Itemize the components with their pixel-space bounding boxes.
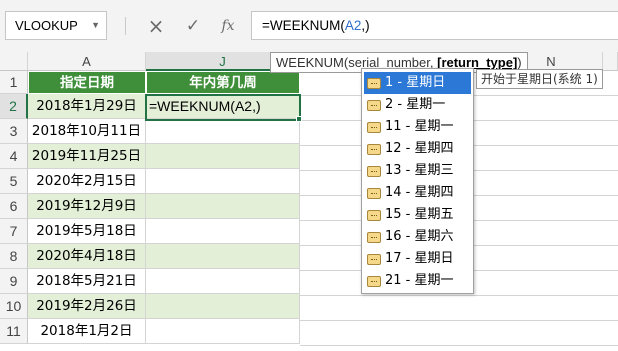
constant-value-icon (367, 100, 381, 111)
constant-value-icon (367, 276, 381, 287)
week-cell[interactable] (146, 119, 300, 144)
week-cell[interactable] (146, 319, 300, 344)
formula-prefix: =WEEKNUM( (262, 18, 345, 33)
constant-value-icon (367, 122, 381, 133)
dropdown-item-label: 15 - 星期五 (385, 207, 454, 222)
row-header-9[interactable]: 9 (0, 269, 28, 294)
row-header-2[interactable]: 2 (0, 94, 28, 119)
chevron-down-icon[interactable]: ▼ (91, 12, 100, 39)
dropdown-item[interactable]: 2 - 星期一 (364, 94, 471, 116)
constant-value-icon (367, 144, 381, 155)
column-header-o[interactable] (603, 52, 618, 71)
dropdown-item-label: 11 - 星期一 (385, 119, 454, 134)
row-header-6[interactable]: 6 (0, 194, 28, 219)
dropdown-item[interactable]: 12 - 星期四 (364, 138, 471, 160)
date-cell[interactable]: 2019年2月26日 (28, 294, 146, 319)
week-cell[interactable] (146, 269, 300, 294)
dropdown-item[interactable]: 13 - 星期三 (364, 160, 471, 182)
row-header-4[interactable]: 4 (0, 144, 28, 169)
date-cell[interactable]: 2018年5月21日 (28, 269, 146, 294)
enter-icon[interactable]: ✓ (179, 11, 207, 41)
dropdown-item[interactable]: 21 - 星期一 (364, 270, 471, 292)
week-cell[interactable] (146, 144, 300, 169)
formula-suffix: ,) (361, 18, 370, 33)
date-cell[interactable]: 2018年1月29日 (28, 94, 146, 119)
name-box[interactable]: VLOOKUP ▼ (5, 11, 107, 40)
week-cell[interactable] (146, 169, 300, 194)
constant-value-icon (367, 232, 381, 243)
toolbar-divider (125, 17, 126, 35)
row-header-5[interactable]: 5 (0, 169, 28, 194)
header-cell-date[interactable]: 指定日期 (28, 71, 146, 94)
dropdown-item[interactable]: 14 - 星期四 (364, 182, 471, 204)
insert-function-icon[interactable]: fx (214, 11, 242, 41)
constant-value-icon (367, 78, 381, 89)
date-cell[interactable]: 2018年10月11日 (28, 119, 146, 144)
dropdown-item-label: 17 - 星期日 (385, 251, 454, 266)
active-cell-border (145, 94, 301, 121)
dropdown-item-label: 21 - 星期一 (385, 273, 454, 288)
date-cell[interactable]: 2019年12月9日 (28, 194, 146, 219)
header-cell-week[interactable]: 年内第几周 (146, 71, 300, 94)
date-cell[interactable]: 2020年4月18日 (28, 244, 146, 269)
dropdown-item-label: 13 - 星期三 (385, 163, 454, 178)
dropdown-item-label: 1 - 星期日 (385, 75, 446, 90)
constant-value-icon (367, 210, 381, 221)
date-cell[interactable]: 2020年2月15日 (28, 169, 146, 194)
dropdown-item[interactable]: 15 - 星期五 (364, 204, 471, 226)
date-cell[interactable]: 2019年11月25日 (28, 144, 146, 169)
dropdown-item[interactable]: 11 - 星期一 (364, 116, 471, 138)
week-cell[interactable] (146, 244, 300, 269)
row-header-1[interactable]: 1 (0, 71, 28, 94)
dropdown-item-label: 14 - 星期四 (385, 185, 454, 200)
select-all-corner[interactable] (0, 52, 28, 71)
dropdown-item-label: 2 - 星期一 (385, 97, 446, 112)
row-header-10[interactable]: 10 (0, 294, 28, 319)
row-header-8[interactable]: 8 (0, 244, 28, 269)
column-header-a[interactable]: A (28, 52, 146, 71)
dropdown-item[interactable]: 16 - 星期六 (364, 226, 471, 248)
row-header-11[interactable]: 11 (0, 319, 28, 344)
spreadsheet-grid: A J N 1 2 3 4 5 6 7 8 9 10 11 指定日期 年内第几周 2018年1月29日 =… (0, 52, 618, 351)
row-header-7[interactable]: 7 (0, 219, 28, 244)
formula-reference: A2 (344, 18, 362, 33)
return-type-dropdown[interactable]: 1 - 星期日 2 - 星期一 11 - 星期一 12 - 星期四 13 - 星期三 14… (361, 68, 474, 294)
week-cell[interactable] (146, 219, 300, 244)
dropdown-item-label: 12 - 星期四 (385, 141, 454, 156)
dropdown-item-label: 16 - 星期六 (385, 229, 454, 244)
formula-bar: VLOOKUP ▼ × ✓ fx =WEEKNUM(A2,) (0, 0, 618, 52)
week-cell[interactable] (146, 294, 300, 319)
fill-handle[interactable] (296, 116, 302, 122)
constant-value-icon (367, 188, 381, 199)
dropdown-item[interactable]: 17 - 星期日 (364, 248, 471, 270)
tooltip-close: ) (517, 55, 522, 70)
dropdown-item[interactable]: 1 - 星期日 (364, 72, 471, 94)
cancel-icon[interactable]: × (142, 11, 170, 41)
date-cell[interactable]: 2019年5月18日 (28, 219, 146, 244)
constant-value-icon (367, 254, 381, 265)
week-cell[interactable] (146, 194, 300, 219)
date-cell[interactable]: 2018年1月2日 (28, 319, 146, 344)
name-box-value: VLOOKUP (15, 18, 78, 33)
constant-value-icon (367, 166, 381, 177)
row-header-3[interactable]: 3 (0, 119, 28, 144)
item-description-tooltip: 开始于星期日(系统 1) (476, 69, 603, 89)
formula-input[interactable]: =WEEKNUM(A2,) (251, 11, 618, 40)
